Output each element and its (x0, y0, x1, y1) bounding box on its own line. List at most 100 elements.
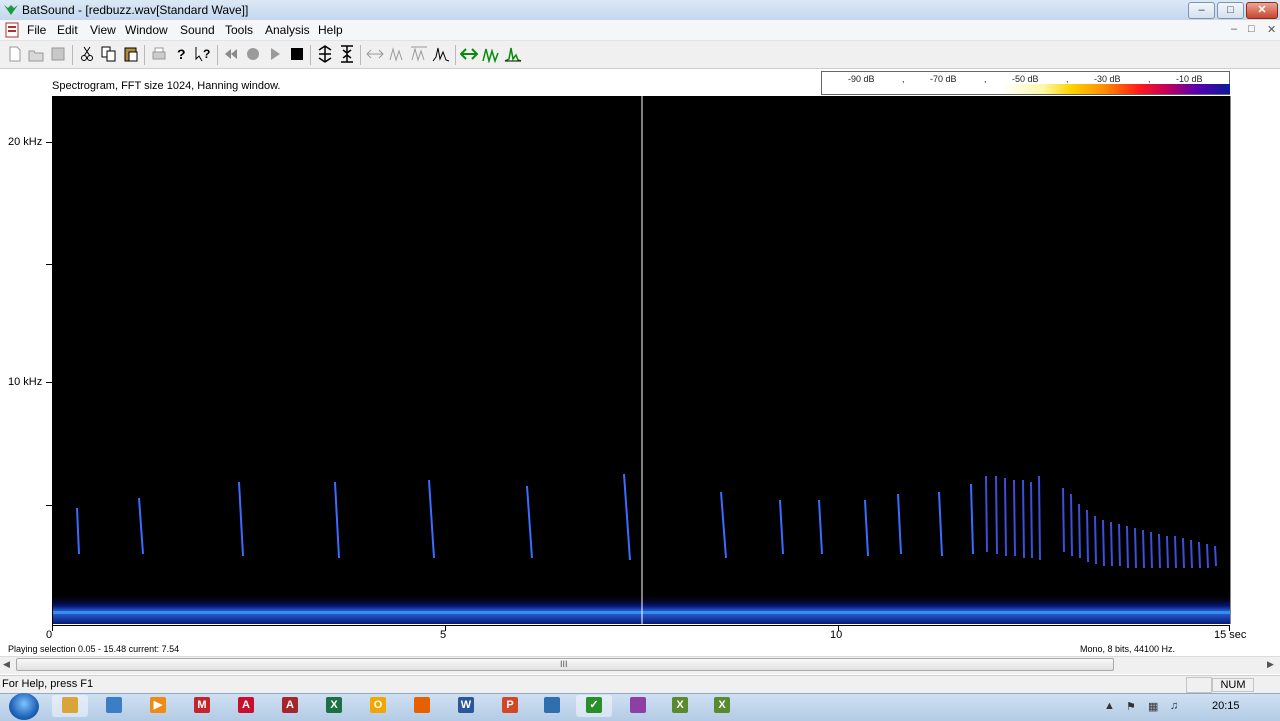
network-icon[interactable]: ▦ (1148, 700, 1158, 713)
feeding-buzz (985, 475, 1217, 569)
help-icon[interactable]: ? (172, 45, 190, 63)
taskbar-app-m-button[interactable]: M (184, 695, 220, 717)
bat-call (897, 493, 902, 555)
zoom-horizontal-icon[interactable] (366, 45, 384, 63)
record-icon[interactable] (244, 45, 262, 63)
menu-help[interactable]: Help (318, 23, 343, 37)
taskbar-paint-button[interactable] (620, 695, 656, 717)
document-icon[interactable] (4, 22, 20, 38)
powerpoint-icon: P (502, 697, 518, 713)
bat-call (238, 481, 244, 557)
taskbar-word-button[interactable]: W (448, 695, 484, 717)
explorer-icon (62, 697, 78, 713)
bat-call (864, 499, 869, 557)
taskbar-xls-b-button[interactable]: X (704, 695, 740, 717)
menu-file[interactable]: File (27, 23, 46, 37)
taskbar-player-button[interactable]: ▶ (140, 695, 176, 717)
scale-sep: , (984, 74, 987, 84)
scale-label-90: -90 dB (848, 74, 875, 84)
scale-label-70: -70 dB (930, 74, 957, 84)
media-icon (106, 697, 122, 713)
menu-edit[interactable]: Edit (57, 23, 78, 37)
mdi-restore-button[interactable]: □ (1248, 23, 1255, 35)
minimize-button[interactable]: – (1188, 2, 1215, 19)
volume-icon[interactable]: ♫ (1170, 700, 1178, 712)
clock[interactable]: 20:15 (1212, 700, 1240, 712)
scroll-right-arrow-icon[interactable]: ▶ (1267, 659, 1274, 670)
bat-call (779, 499, 784, 555)
bat-call (526, 485, 533, 559)
zoom-out-vertical-icon[interactable] (338, 45, 356, 63)
show-hidden-icons-icon[interactable]: ▲ (1104, 700, 1115, 712)
taskbar-explorer-button[interactable] (52, 695, 88, 717)
batsound-icon: ✓ (586, 697, 602, 713)
bat-calls (76, 473, 974, 561)
y-label-20khz: 20 kHz (8, 136, 43, 148)
spectrum-icon[interactable] (432, 45, 450, 63)
action-center-flag-icon[interactable]: ⚑ (1126, 700, 1136, 713)
menu-tools[interactable]: Tools (225, 23, 253, 37)
menu-view[interactable]: View (90, 23, 116, 37)
close-button[interactable]: ✕ (1246, 2, 1278, 19)
context-help-icon[interactable]: ? (194, 45, 212, 63)
taskbar-outlook-button[interactable]: O (360, 695, 396, 717)
mdi-close-button[interactable]: ✕ (1267, 23, 1276, 36)
menu-analysis[interactable]: Analysis (265, 23, 310, 37)
spectrogram-plot[interactable] (53, 96, 1231, 624)
cut-icon[interactable] (78, 45, 96, 63)
taskbar-xls-a-button[interactable]: X (662, 695, 698, 717)
pulse-icon[interactable] (482, 45, 500, 63)
y-tick (46, 505, 52, 506)
bat-call (720, 491, 727, 559)
bat-call (428, 479, 435, 559)
bat-call (76, 507, 80, 555)
bat-call (334, 481, 340, 559)
taskbar-access-button[interactable]: A (272, 695, 308, 717)
taskbar-acrobat-button[interactable]: A (228, 695, 264, 717)
zoom-fit-icon[interactable] (388, 45, 406, 63)
y-tick (46, 382, 52, 383)
menu-sound[interactable]: Sound (180, 23, 215, 37)
stop-icon[interactable] (288, 45, 306, 63)
maximize-button[interactable]: □ (1217, 2, 1244, 19)
paste-icon[interactable] (122, 45, 140, 63)
player-icon: ▶ (150, 697, 166, 713)
scroll-left-arrow-icon[interactable]: ◀ (3, 659, 10, 670)
mdi-minimize-button[interactable]: – (1231, 23, 1237, 35)
taskbar-excel-button[interactable]: X (316, 695, 352, 717)
scale-sep: , (902, 74, 905, 84)
zoom-in-vertical-icon[interactable] (316, 45, 334, 63)
x-label-10: 10 (830, 629, 843, 641)
marker-icon[interactable] (460, 45, 478, 63)
taskbar-firefox-button[interactable] (404, 695, 440, 717)
taskbar-monitor-button[interactable] (534, 695, 570, 717)
scale-label-30: -30 dB (1094, 74, 1121, 84)
new-icon[interactable] (6, 45, 24, 63)
num-lock-indicator: NUM (1212, 678, 1254, 692)
open-icon[interactable] (27, 45, 45, 63)
zoom-sel-icon[interactable] (410, 45, 428, 63)
start-button[interactable] (9, 693, 39, 720)
peak-icon[interactable] (504, 45, 522, 63)
bat-call (138, 497, 144, 555)
paint-icon (630, 697, 646, 713)
xls-b-icon: X (714, 697, 730, 713)
taskbar-media-button[interactable] (96, 695, 132, 717)
spectrogram-image (53, 96, 1230, 624)
menu-window[interactable]: Window (125, 23, 168, 37)
color-scale-gradient (1002, 84, 1230, 94)
play-icon[interactable] (266, 45, 284, 63)
access-icon: A (282, 697, 298, 713)
save-icon[interactable] (49, 45, 67, 63)
print-icon[interactable] (150, 45, 168, 63)
scale-label-50: -50 dB (1012, 74, 1039, 84)
bat-call (938, 491, 943, 557)
svg-text:?: ? (177, 46, 186, 62)
y-tick (46, 142, 52, 143)
rewind-icon[interactable] (222, 45, 240, 63)
y-tick (46, 264, 52, 265)
taskbar-powerpoint-button[interactable]: P (492, 695, 528, 717)
taskbar-batsound-button[interactable]: ✓ (576, 695, 612, 717)
copy-icon[interactable] (100, 45, 118, 63)
batsound-app-icon[interactable] (3, 2, 19, 18)
